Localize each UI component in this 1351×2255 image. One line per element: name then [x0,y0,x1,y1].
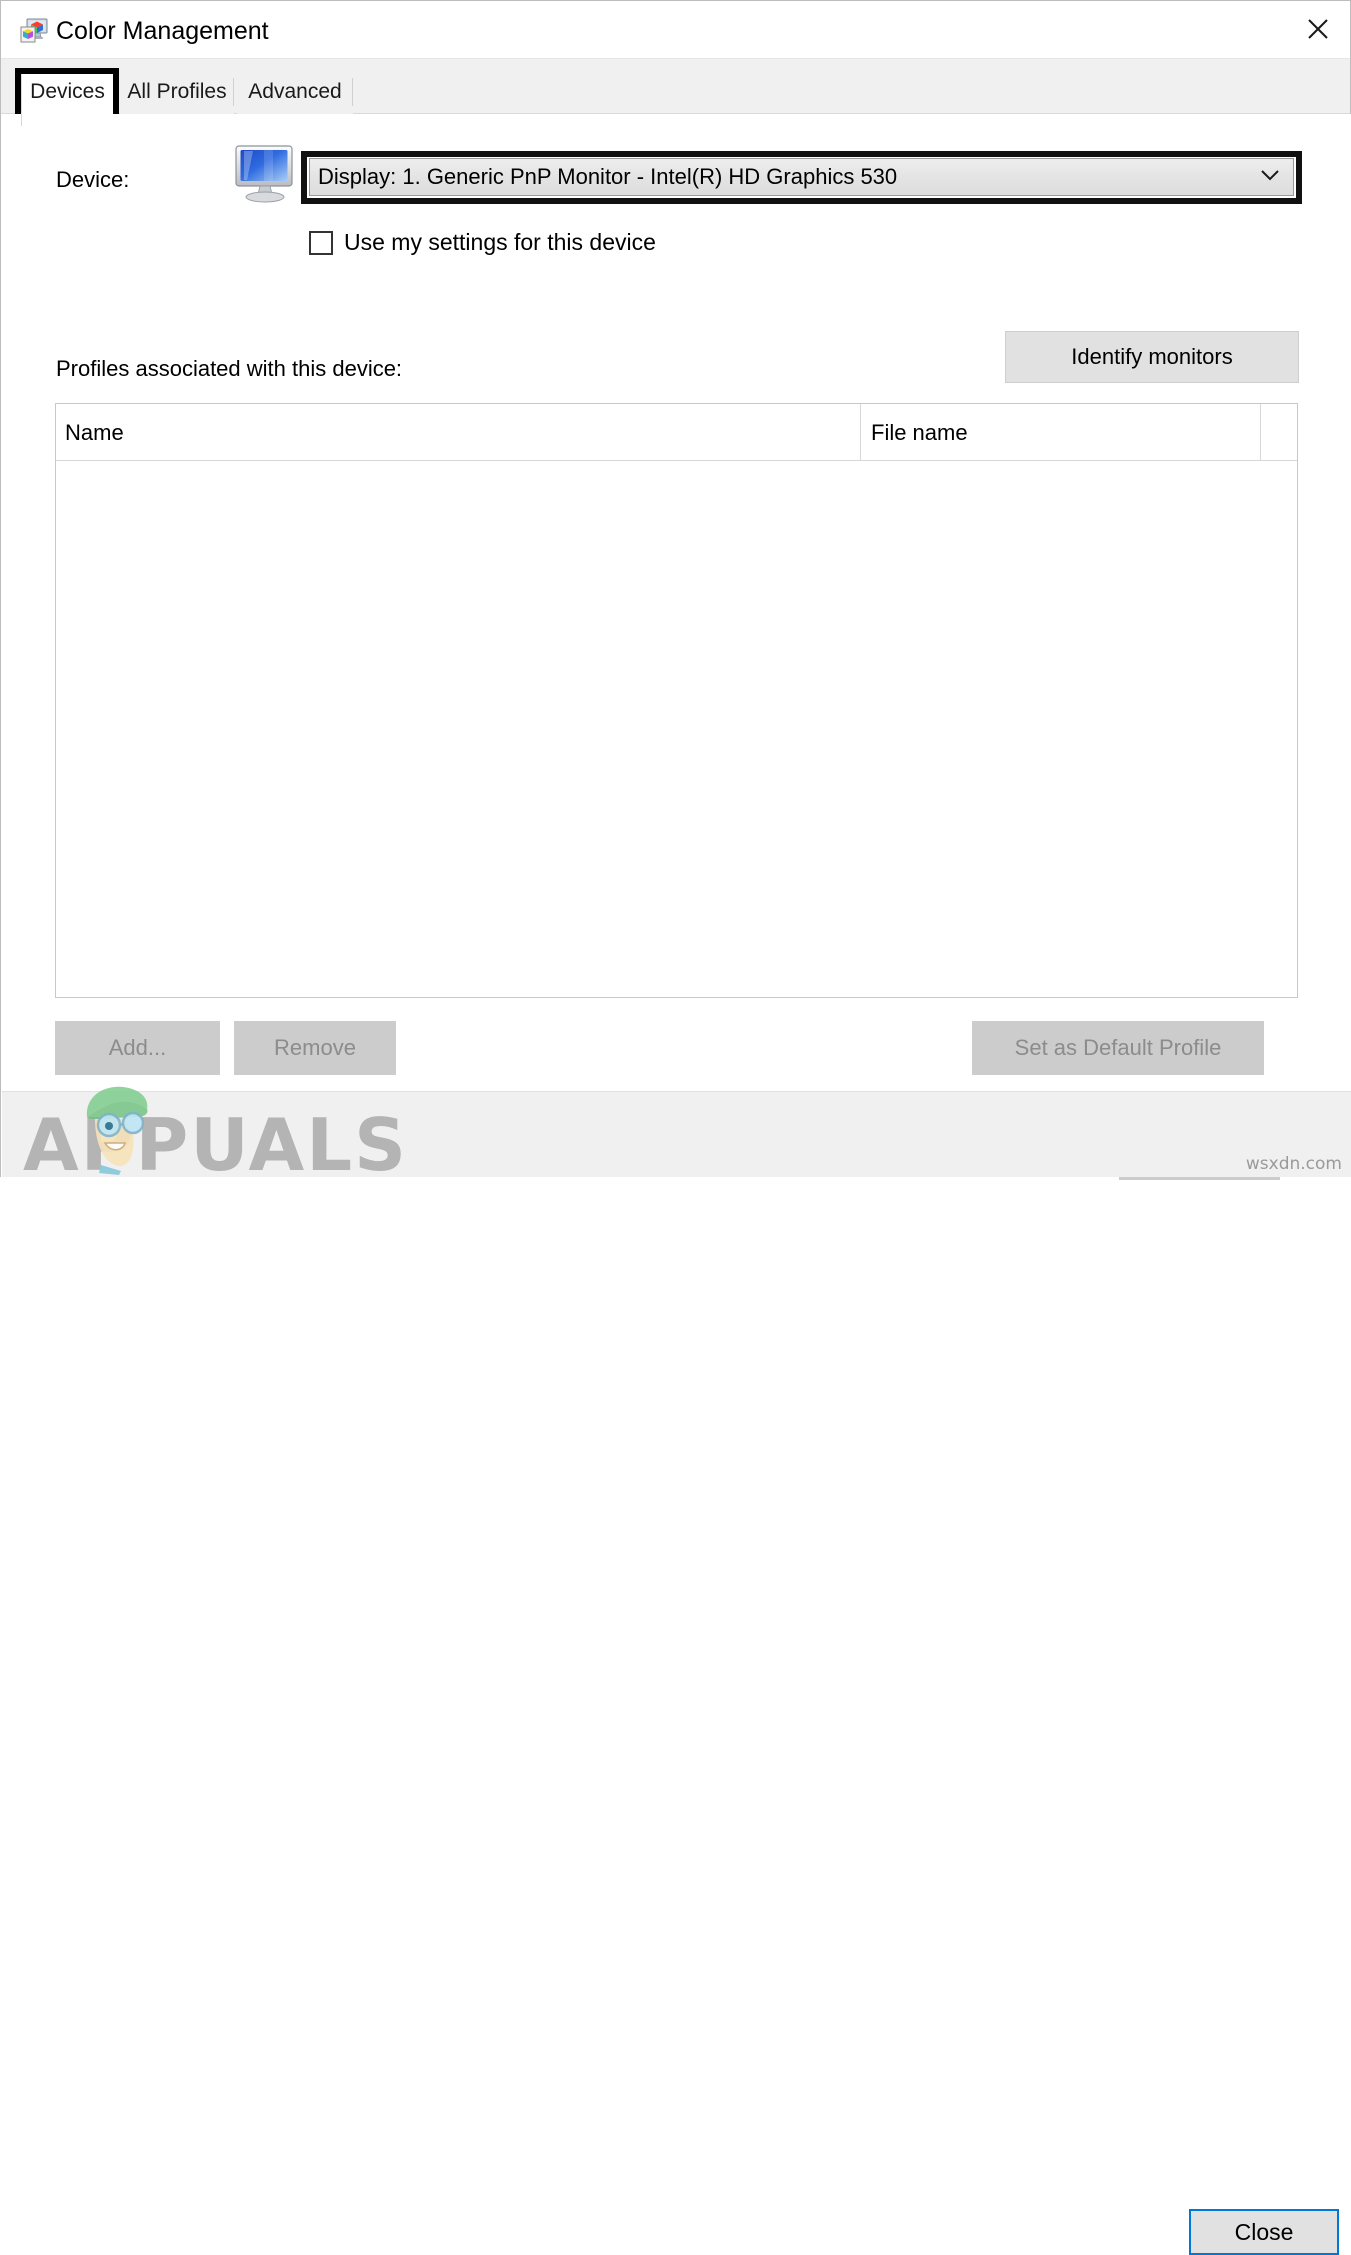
profiles-list-body[interactable] [56,461,1297,997]
use-my-settings-checkbox[interactable] [309,230,333,255]
tab-devices[interactable]: Devices [21,70,114,114]
use-my-settings-label: Use my settings for this device [344,229,656,255]
content-edge-line [21,114,22,126]
tab-strip: Devices All Profiles Advanced [1,59,1350,114]
column-header-file-name[interactable]: File name [860,404,1260,461]
tab-content-devices: Device: Display: 1. Generic PnP Monitor … [1,114,1351,1180]
device-combobox[interactable]: Display: 1. Generic PnP Monitor - Intel(… [309,158,1294,196]
profiles-list[interactable]: Name File name [55,403,1298,998]
title-bar: Color Management [1,1,1350,59]
column-header-name-label: Name [65,419,124,445]
source-watermark: wsxdn.com [1245,1154,1342,1174]
tab-advanced[interactable]: Advanced [237,70,353,114]
column-header-file-name-label: File name [871,419,968,445]
close-icon[interactable] [1286,1,1350,57]
tab-advanced-label: Advanced [248,80,342,103]
chevron-down-icon[interactable] [1261,168,1279,186]
dialog-footer: Close [2,1091,1351,2255]
set-as-default-profile-label: Set as Default Profile [1014,1035,1222,1060]
close-button-label: Close [1234,2218,1294,2245]
identify-monitors-label: Identify monitors [1071,344,1233,369]
tab-devices-label: Devices [30,80,105,103]
set-as-default-profile-button[interactable]: Set as Default Profile [972,1021,1264,1075]
add-profile-label: Add... [108,1035,167,1060]
device-label: Device: [56,167,130,192]
tab-all-profiles-label: All Profiles [127,80,227,103]
profiles-caption: Profiles associated with this device: [56,356,403,381]
monitor-icon [233,144,297,204]
color-management-icon [19,16,49,46]
remove-profile-label: Remove [274,1035,356,1060]
device-combobox-value: Display: 1. Generic PnP Monitor - Intel(… [318,164,898,189]
column-header-name[interactable]: Name [56,404,860,461]
color-management-window: Color Management Devices All Profiles Ad… [0,0,1351,2255]
identify-monitors-button[interactable]: Identify monitors [1005,331,1299,383]
column-header-spacer [1260,404,1297,461]
tab-all-profiles[interactable]: All Profiles [120,70,234,114]
use-my-settings-row[interactable]: Use my settings for this device [309,229,656,256]
remove-profile-button[interactable]: Remove [234,1021,396,1075]
add-profile-button[interactable]: Add... [55,1021,220,1075]
close-button[interactable]: Close [1189,2209,1339,2255]
window-title: Color Management [56,17,269,45]
profiles-list-header: Name File name [56,404,1297,461]
